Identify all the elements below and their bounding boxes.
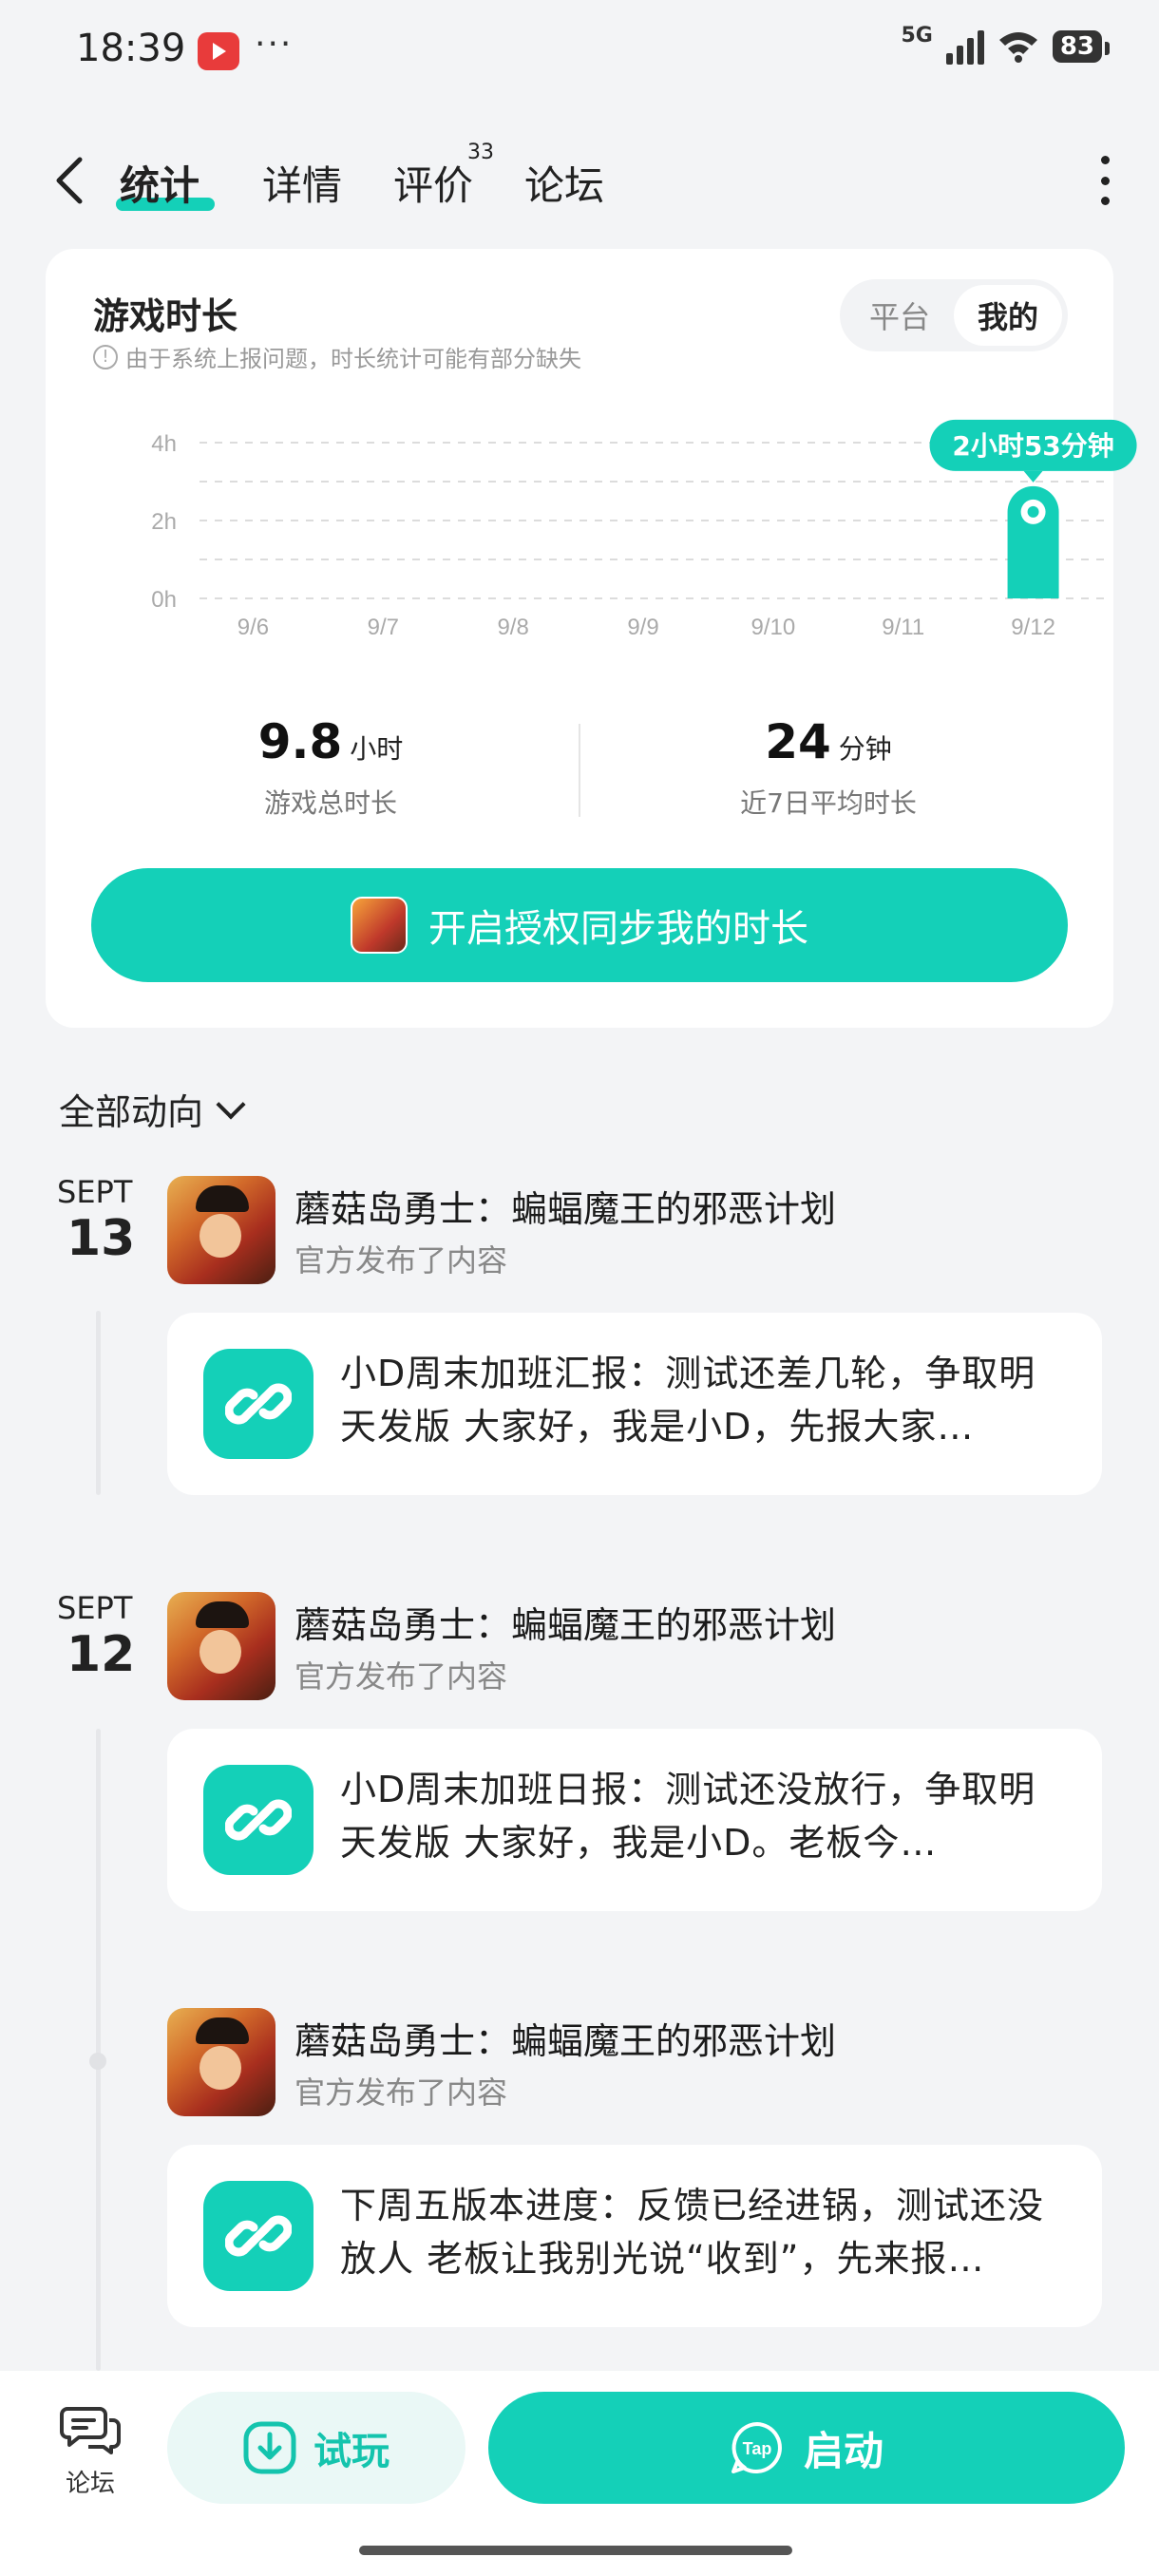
info-icon: ! — [93, 344, 118, 369]
stat-divider — [579, 724, 580, 817]
feed-filter[interactable]: 全部动向 — [59, 1083, 246, 1135]
timeline-line — [96, 1311, 101, 1495]
x-tick-label: 9/11 — [882, 615, 924, 640]
more-vertical-icon[interactable] — [1098, 156, 1112, 205]
bar-value-label: 2小时53分钟 — [952, 430, 1113, 462]
x-tick-label: 9/7 — [368, 615, 399, 640]
link-icon — [203, 1765, 314, 1875]
video-app-icon — [198, 32, 239, 70]
date-day: 13 — [66, 1210, 136, 1267]
network-type: 5G — [901, 23, 933, 47]
try-play-button[interactable]: 试玩 — [167, 2392, 466, 2504]
total-playtime-value: 9.8 — [257, 714, 343, 769]
tab-reviews[interactable]: 评价 — [393, 154, 473, 212]
tab-stats[interactable]: 统计 — [120, 154, 200, 212]
status-bar: 18:39 ··· 5G 83 — [0, 0, 1159, 104]
total-playtime-unit: 小时 — [350, 733, 404, 765]
date-label: SEPT 13 — [57, 1174, 142, 1267]
avg-playtime-value: 24 — [765, 714, 831, 769]
avg-playtime-unit: 分钟 — [838, 733, 892, 765]
game-icon — [167, 1176, 276, 1284]
x-tick-label: 9/6 — [238, 615, 269, 640]
forum-label: 论坛 — [65, 2470, 115, 2498]
forum-chat-icon — [60, 2401, 121, 2456]
date-day: 12 — [66, 1626, 136, 1683]
post-excerpt: 小D周末加班日报：测试还没放行，争取明天发版 大家好，我是小D。老板今… — [340, 1769, 1036, 1864]
date-month: SEPT — [57, 1590, 133, 1626]
post-excerpt: 小D周末加班汇报：测试还差几轮，争取明天发版 大家好，我是小D，先报大家… — [340, 1353, 1036, 1448]
playtime-chart: 0h 2h 4h 9/6 9/7 9/8 9/9 9/10 9/11 9/12 2小时53分钟 — [74, 408, 1137, 674]
date-label: SEPT 12 — [57, 1590, 142, 1683]
try-play-label: 试玩 — [314, 2430, 390, 2473]
status-indicators: 5G 83 — [901, 24, 1111, 65]
timeline-line — [96, 1729, 101, 2371]
y-tick-label: 2h — [151, 509, 177, 535]
wifi-icon — [998, 28, 1039, 65]
playtime-card: 游戏时长 ! 由于系统上报问题，时长统计可能有部分缺失 平台 我的 0h 2h 4h… — [46, 249, 1137, 1028]
x-tick-label: 9/8 — [497, 615, 528, 640]
post-subtitle: 官方发布了内容 — [294, 1242, 508, 1279]
source-toggle: 平台 我的 — [840, 279, 1068, 351]
signal-icon — [945, 28, 984, 65]
playtime-chart-svg: 0h 2h 4h 9/6 9/7 9/8 9/9 9/10 9/11 9/12 2小时53分钟 — [151, 419, 1137, 640]
post-card[interactable]: 小D周末加班日报：测试还没放行，争取明天发版 大家好，我是小D。老板今… — [167, 1729, 1102, 1911]
total-playtime: 9.8 小时 游戏总时长 — [84, 714, 578, 821]
game-icon — [167, 1592, 276, 1700]
post-title: 蘑菇岛勇士：蝙蝠魔王的邪恶计划 — [294, 1604, 837, 1646]
feed-filter-label: 全部动向 — [59, 1091, 204, 1133]
back-arrow-icon[interactable] — [49, 154, 91, 207]
post-excerpt: 下周五版本进度：反馈已经进锅，测试还没放人 老板让我别光说“收到”，先来报… — [340, 2185, 1045, 2280]
tab-details[interactable]: 详情 — [262, 154, 342, 212]
game-icon — [167, 2008, 276, 2116]
link-icon — [203, 2181, 314, 2291]
card-note: ! 由于系统上报问题，时长统计可能有部分缺失 — [93, 340, 581, 373]
post-title: 蘑菇岛勇士：蝙蝠魔王的邪恶计划 — [294, 1188, 837, 1230]
sync-playtime-label: 开启授权同步我的时长 — [428, 907, 808, 951]
tab-forum[interactable]: 论坛 — [524, 154, 604, 212]
post-subtitle: 官方发布了内容 — [294, 2074, 508, 2111]
bar-marker-center — [1027, 505, 1039, 518]
post-title: 蘑菇岛勇士：蝙蝠魔王的邪恶计划 — [294, 2020, 837, 2062]
review-count-badge: 33 — [467, 141, 494, 164]
x-tick-label: 9/10 — [750, 615, 795, 640]
tap-icon: Tap — [731, 2422, 782, 2473]
total-playtime-label: 游戏总时长 — [263, 787, 397, 819]
launch-label: 启动 — [803, 2427, 884, 2474]
avg-playtime-label: 近7日平均时长 — [740, 787, 917, 819]
x-tick-label: 9/12 — [1011, 615, 1055, 640]
bottom-action-bar: 论坛 试玩 Tap 启动 — [0, 2371, 1159, 2576]
date-month: SEPT — [57, 1174, 133, 1210]
notification-more-icon: ··· — [255, 25, 294, 64]
post-subtitle: 官方发布了内容 — [294, 1658, 508, 1695]
post-card[interactable]: 下周五版本进度：反馈已经进锅，测试还没放人 老板让我别光说“收到”，先来报… — [167, 2145, 1102, 2327]
forum-tab[interactable]: 论坛 — [57, 2401, 124, 2499]
post-card[interactable]: 小D周末加班汇报：测试还差几轮，争取明天发版 大家好，我是小D，先报大家… — [167, 1313, 1102, 1495]
y-tick-label: 4h — [151, 431, 177, 457]
card-title: 游戏时长 — [93, 295, 238, 337]
y-tick-label: 0h — [151, 587, 177, 613]
home-indicator — [359, 2546, 792, 2555]
link-icon — [203, 1349, 314, 1459]
sync-playtime-button[interactable]: 开启授权同步我的时长 — [91, 868, 1068, 982]
tap-icon-text: Tap — [743, 2439, 772, 2458]
avg-playtime: 24 分钟 近7日平均时长 — [581, 714, 1075, 821]
download-icon — [243, 2421, 296, 2474]
x-tick-label: 9/9 — [627, 615, 658, 640]
battery-icon: 83 — [1052, 30, 1111, 63]
timeline-dot — [89, 2053, 106, 2070]
status-time: 18:39 — [76, 27, 186, 70]
toggle-platform[interactable]: 平台 — [846, 285, 954, 346]
card-note-text: 由于系统上报问题，时长统计可能有部分缺失 — [125, 346, 581, 372]
top-nav: 统计 详情 评价 33 论坛 — [0, 133, 1159, 228]
game-avatar-icon — [351, 897, 408, 954]
toggle-mine[interactable]: 我的 — [954, 285, 1062, 346]
chevron-down-icon — [216, 1089, 246, 1120]
launch-button[interactable]: Tap 启动 — [488, 2392, 1125, 2504]
